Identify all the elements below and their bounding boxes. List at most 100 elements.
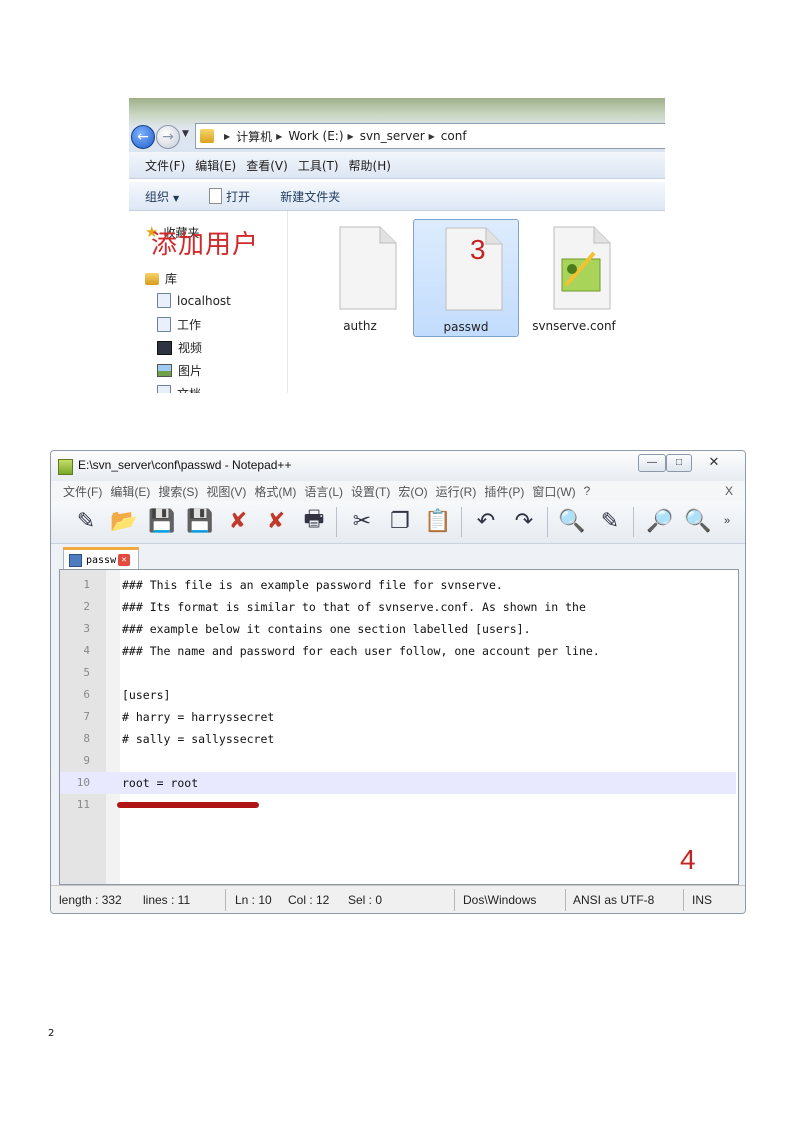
menu-tools[interactable]: 工具(T) [298,157,339,174]
editor-line[interactable]: 7 # harry = harryssecret [60,706,736,728]
line-number: 8 [83,732,90,745]
file-passwd[interactable]: passwd [413,219,519,337]
close-file-icon[interactable]: ✘ [223,505,253,537]
menu-language[interactable]: 语言(L) [304,483,343,500]
nav-item-work[interactable]: 工作 [157,316,201,333]
tab-label: passw [86,554,117,566]
chevron-right-icon[interactable]: ▶ [224,132,230,141]
editor-line[interactable]: 4 ### The name and password for each user… [60,640,736,662]
history-dropdown-icon[interactable]: ▼ [182,129,189,139]
editor-line[interactable]: 10 root = root [60,772,736,794]
line-text: # sally = sallyssecret [122,732,275,746]
nav-item-label: 视频 [178,341,203,355]
picture-library-icon [157,364,172,377]
paste-icon[interactable]: 📋 [423,505,453,537]
window-title: E:\svn_server\conf\passwd - Notepad++ [78,458,292,472]
toolbar-overflow-icon[interactable]: » [717,505,737,537]
cut-icon[interactable]: ✂ [347,505,377,537]
editor-line[interactable]: 2 ### Its format is similar to that of sv… [60,596,736,618]
tab-passwd[interactable]: passw ✕ [63,547,139,570]
explorer-menubar: 文件(F) 编辑(E) 查看(V) 工具(T) 帮助(H) [129,152,665,179]
editor-line[interactable]: 6 [users] [60,684,736,706]
document-library-icon [157,385,171,393]
file-svnserve-conf[interactable]: svnserve.conf [522,219,626,335]
zoom-in-icon[interactable]: 🔎 [645,505,675,537]
menu-help[interactable]: ? [584,484,591,498]
open-button[interactable]: 打开 [226,188,250,205]
line-number: 2 [83,600,90,613]
forward-arrow-icon[interactable]: → [156,125,180,149]
nav-libraries[interactable]: 库 [145,270,177,287]
breadcrumb-computer[interactable]: 计算机 [236,128,272,145]
nav-libraries-label: 库 [165,272,178,286]
new-file-icon[interactable]: ✎ [71,505,101,537]
address-bar[interactable]: ▶ 计算机 ▶ Work (E:) ▶ svn_server ▶ conf [195,123,665,149]
menu-help[interactable]: 帮助(H) [349,157,391,174]
nav-item-videos[interactable]: 视频 [157,339,202,356]
file-icon [339,226,397,310]
replace-icon[interactable]: ✎ [595,505,625,537]
menu-file[interactable]: 文件(F) [145,157,185,174]
title-bar: E:\svn_server\conf\passwd - Notepad++ — … [51,451,745,481]
breadcrumb-svn-server[interactable]: svn_server [360,129,425,143]
close-tab-icon[interactable]: ✕ [118,554,131,566]
close-window-button[interactable]: ✕ [692,454,736,470]
status-eol: Dos\Windows [463,893,537,907]
line-number: 4 [83,644,90,657]
new-folder-button[interactable]: 新建文件夹 [280,188,340,205]
status-sel: Sel : 0 [348,893,383,907]
editor-line[interactable]: 9 [60,750,736,772]
editor-line[interactable]: 5 [60,662,736,684]
breadcrumb-conf[interactable]: conf [441,129,467,143]
menu-window[interactable]: 窗口(W) [532,483,575,500]
open-file-icon [209,188,223,204]
menu-macro[interactable]: 宏(O) [398,483,427,500]
status-ln: Ln : 10 [235,893,272,907]
menu-file[interactable]: 文件(F) [63,483,102,500]
editor-line[interactable]: 1 ### This file is an example password fi… [60,574,736,596]
nav-item-label: 工作 [177,318,202,332]
chevron-right-icon[interactable]: ▶ [276,132,282,141]
status-mode: INS [692,893,713,907]
redo-icon[interactable]: ↷ [509,505,539,537]
menu-search[interactable]: 搜索(S) [158,483,198,500]
menu-view[interactable]: 查看(V) [246,157,288,174]
chevron-right-icon[interactable]: ▶ [429,132,435,141]
organize-label: 组织 [145,189,170,204]
status-bar: length : 332 lines : 11 Ln : 10 Col : 12… [51,885,745,913]
close-all-icon[interactable]: ✘ [261,505,291,537]
command-bar: 组织 ▼ 打开 新建文件夹 [129,182,665,211]
menu-format[interactable]: 格式(M) [254,483,296,500]
organize-button[interactable]: 组织 ▼ [145,188,179,205]
text-editor[interactable]: 1 ### This file is an example password fi… [59,569,739,885]
chevron-right-icon[interactable]: ▶ [348,132,354,141]
editor-line[interactable]: 8 # sally = sallyssecret [60,728,736,750]
open-file-icon[interactable]: 📂 [109,505,139,537]
breadcrumb-drive[interactable]: Work (E:) [288,129,343,143]
status-divider [454,889,455,911]
menu-settings[interactable]: 设置(T) [351,483,390,500]
nav-item-localhost[interactable]: localhost [157,293,231,308]
minimize-button[interactable]: — [638,454,666,472]
copy-icon[interactable]: ❐ [385,505,415,537]
menu-edit[interactable]: 编辑(E) [195,157,236,174]
nav-item-documents[interactable]: 文档 [157,385,201,393]
floppy-icon [69,553,82,567]
menu-view[interactable]: 视图(V) [206,483,246,500]
find-icon[interactable]: 🔍 [557,505,587,537]
nav-item-pictures[interactable]: 图片 [157,362,202,379]
editor-line[interactable]: 3 ### example below it contains one secti… [60,618,736,640]
back-arrow-icon[interactable]: ← [131,125,155,149]
line-text: ### The name and password for each user … [122,644,600,658]
menu-plugins[interactable]: 插件(P) [484,483,524,500]
close-document-button[interactable]: X [725,484,733,498]
print-icon[interactable]: 🖶 [299,505,329,537]
save-all-icon[interactable]: 💾 [185,505,215,537]
save-icon[interactable]: 💾 [147,505,177,537]
file-authz[interactable]: authz [308,219,412,335]
undo-icon[interactable]: ↶ [471,505,501,537]
menu-run[interactable]: 运行(R) [436,483,477,500]
maximize-button[interactable]: □ [666,454,692,472]
menu-edit[interactable]: 编辑(E) [110,483,150,500]
zoom-out-icon[interactable]: 🔍 [683,505,713,537]
